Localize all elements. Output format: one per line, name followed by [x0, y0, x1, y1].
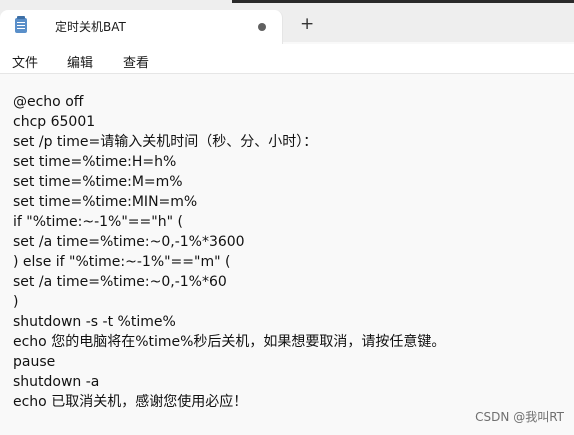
menu-item-edit[interactable]: 编辑 — [67, 52, 93, 71]
code-line: set /a time=%time:~0,-1%*3600 — [13, 234, 245, 250]
document-tab[interactable]: 定时关机BAT — [0, 10, 283, 44]
window-top-strip — [232, 0, 574, 3]
code-line: set /a time=%time:~0,-1%*60 — [13, 274, 227, 290]
code-line: shutdown -s -t %time% — [13, 314, 176, 330]
plus-icon[interactable]: + — [300, 16, 314, 33]
code-line: set time=%time:M=m% — [13, 174, 183, 190]
code-line: set time=%time:MIN=m% — [13, 194, 198, 210]
code-line: set /p time=请输入关机时间（秒、分、小时）： — [13, 134, 318, 150]
code-line: if "%time:~-1%"=="h" ( — [13, 214, 183, 230]
code-line: pause — [13, 354, 56, 370]
tab-title: 定时关机BAT — [55, 20, 126, 34]
code-line: ) — [13, 294, 19, 310]
code-line: chcp 65001 — [13, 114, 96, 130]
code-line: shutdown -a — [13, 374, 100, 390]
title-bar: 定时关机BAT + — [0, 0, 574, 44]
code-line: @echo off — [13, 94, 84, 110]
menu-item-view[interactable]: 查看 — [123, 52, 149, 71]
code-line: echo 已取消关机，感谢您使用必应！ — [13, 394, 248, 410]
unsaved-dot-icon[interactable] — [258, 23, 266, 31]
watermark: CSDN @我叫RT — [475, 410, 564, 424]
code-line: echo 您的电脑将在%time%秒后关机，如果想要取消，请按任意键。 — [13, 334, 446, 350]
code-line: set time=%time:H=h% — [13, 154, 177, 170]
menu-item-file[interactable]: 文件 — [12, 52, 38, 71]
editor-area[interactable]: @echo off chcp 65001 set /p time=请输入关机时间… — [0, 74, 574, 435]
notepad-icon — [15, 16, 27, 33]
code-line: ) else if "%time:~-1%"=="m" ( — [13, 254, 231, 270]
menu-bar: 文件 编辑 查看 — [0, 44, 574, 74]
